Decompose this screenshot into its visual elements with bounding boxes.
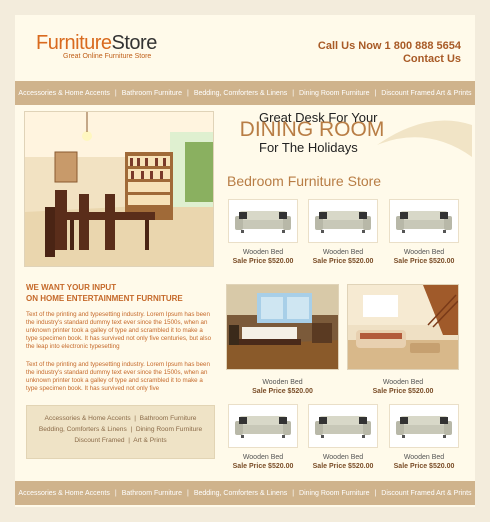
sofa-image	[308, 404, 378, 448]
input-heading-line2: ON HOME ENTERTAINMENT FURNITURE	[26, 294, 183, 303]
sofa-image	[389, 199, 459, 243]
product-name: Wooden Bed	[322, 454, 364, 461]
product-card[interactable]: Wooden Bed Sale Price $520.00	[226, 404, 300, 471]
logo-tagline: Great Online Furniture Store	[63, 53, 152, 60]
nav-item-accessories[interactable]: Accessories & Home Accents	[18, 90, 109, 97]
room-name: Wooden Bed	[262, 379, 303, 386]
nav-item-bedding[interactable]: Bedding, Comforters & Linens	[194, 90, 287, 97]
bottom-nav: Accessories & Home Accents | Bathroom Fur…	[15, 481, 475, 505]
product-price: Sale Price $520.00	[232, 258, 294, 265]
living-room-image[interactable]	[347, 284, 459, 370]
section-title: Bedroom Furniture Store	[227, 173, 382, 189]
footer-links-box: Accessories & Home Accents | Bathroom Fu…	[26, 405, 215, 459]
promo-banner[interactable]: Great Desk For Your DINING ROOM For The …	[227, 109, 472, 165]
product-name: Wooden Bed	[403, 454, 445, 461]
nav-item-dining[interactable]: Dining Room Furniture	[299, 90, 369, 97]
link-dining[interactable]: Dining Room Furniture	[136, 426, 202, 433]
input-heading: WE WANT YOUR INPUT ON HOME ENTERTAINMENT…	[26, 282, 183, 304]
contact-block: Call Us Now 1 800 888 5654 Contact Us	[318, 40, 461, 66]
call-number: Call Us Now 1 800 888 5654	[317, 40, 461, 52]
product-card[interactable]: Wooden Bed Sale Price $520.00	[226, 199, 300, 266]
hero-dining-room-image	[24, 111, 214, 267]
sofa-image	[228, 404, 298, 448]
product-price: Sale Price $520.00	[312, 258, 374, 265]
sofa-image	[228, 199, 298, 243]
nav-item-accessories[interactable]: Accessories & Home Accents	[18, 490, 109, 497]
nav-item-bathroom[interactable]: Bathroom Furniture	[122, 90, 182, 97]
link-bedding[interactable]: Bedding, Comforters & Linens	[39, 426, 127, 433]
link-art-prints[interactable]: Art & Prints	[133, 437, 166, 444]
nav-item-dining[interactable]: Dining Room Furniture	[299, 490, 369, 497]
room-price: Sale Price $520.00	[372, 388, 434, 395]
product-price: Sale Price $520.00	[312, 463, 374, 470]
promo-line3: For The Holidays	[259, 140, 358, 155]
logo-part2: Store	[111, 32, 158, 54]
bedroom-image[interactable]	[226, 284, 339, 370]
product-card[interactable]: Wooden Bed Sale Price $520.00	[306, 199, 380, 266]
link-framed[interactable]: Discount Framed	[74, 437, 124, 444]
promo-line2: DINING ROOM	[239, 118, 385, 141]
logo[interactable]: FurnitureStore Great Online Furniture St…	[36, 32, 158, 60]
room-name: Wooden Bed	[382, 379, 424, 386]
product-card[interactable]: Wooden Bed Sale Price $520.00	[306, 404, 380, 471]
product-price: Sale Price $520.00	[393, 463, 455, 470]
page: FurnitureStore Great Online Furniture St…	[15, 15, 475, 507]
link-accessories[interactable]: Accessories & Home Accents	[45, 415, 131, 422]
contact-link[interactable]: Contact Us	[318, 53, 461, 66]
input-heading-line1: WE WANT YOUR INPUT	[26, 283, 117, 292]
nav-item-bedding[interactable]: Bedding, Comforters & Linens	[194, 490, 287, 497]
sofa-image	[308, 199, 378, 243]
product-price: Sale Price $520.00	[393, 258, 455, 265]
product-name: Wooden Bed	[322, 249, 364, 256]
product-name: Wooden Bed	[403, 249, 445, 256]
sofa-image	[389, 404, 459, 448]
room-price: Sale Price $520.00	[252, 388, 313, 395]
room-caption: Wooden Bed Sale Price $520.00	[347, 378, 459, 396]
product-card[interactable]: Wooden Bed Sale Price $520.00	[387, 404, 461, 471]
nav-item-framed-art[interactable]: Discount Framed Art & Prints	[381, 490, 471, 497]
nav-item-bathroom[interactable]: Bathroom Furniture	[122, 490, 182, 497]
link-bathroom[interactable]: Bathroom Furniture	[140, 415, 197, 422]
room-caption: Wooden Bed Sale Price $520.00	[226, 378, 339, 396]
header: FurnitureStore Great Online Furniture St…	[15, 15, 475, 81]
product-card[interactable]: Wooden Bed Sale Price $520.00	[387, 199, 461, 266]
product-price: Sale Price $520.00	[232, 463, 294, 470]
body-paragraph: Text of the printing and typesetting ind…	[26, 361, 210, 392]
product-name: Wooden Bed	[242, 249, 284, 256]
body-paragraph: Text of the printing and typesetting ind…	[26, 311, 212, 350]
logo-part1: Furniture	[36, 32, 112, 54]
top-nav: Accessories & Home Accents | Bathroom Fur…	[15, 81, 475, 105]
product-name: Wooden Bed	[242, 454, 284, 461]
nav-item-framed-art[interactable]: Discount Framed Art & Prints	[381, 90, 471, 97]
